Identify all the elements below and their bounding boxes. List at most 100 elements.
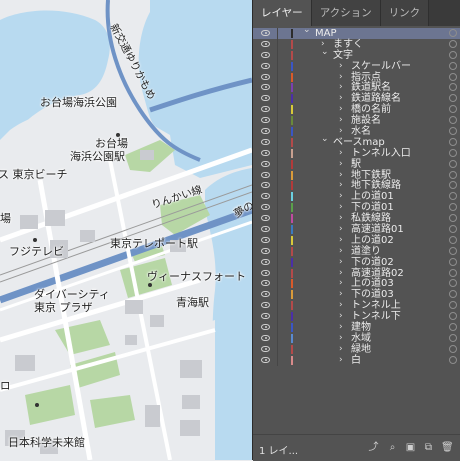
visibility-eye-icon[interactable]	[261, 40, 270, 47]
target-circle-icon[interactable]	[449, 29, 457, 37]
layer-row[interactable]: › トンネル下	[253, 311, 460, 323]
chevron-right-icon[interactable]: ›	[339, 344, 343, 355]
visibility-eye-icon[interactable]	[261, 160, 270, 167]
layer-row[interactable]: › 施設名	[253, 115, 460, 127]
delete-icon[interactable]: 🗑	[441, 442, 454, 453]
visibility-eye-icon[interactable]	[261, 334, 270, 341]
lock-column[interactable]	[277, 202, 278, 214]
lock-column[interactable]	[277, 82, 278, 94]
target-circle-icon[interactable]	[449, 333, 457, 342]
layer-row[interactable]: › 上の道01	[253, 191, 460, 203]
chevron-right-icon[interactable]: ›	[339, 235, 343, 246]
lock-column[interactable]	[277, 158, 278, 170]
layer-row[interactable]: › 指示点	[253, 71, 460, 83]
chevron-down-icon[interactable]: ⌄	[321, 47, 329, 58]
layer-row[interactable]: › 私鉄線路	[253, 213, 460, 225]
chevron-right-icon[interactable]: ›	[339, 202, 343, 213]
chevron-right-icon[interactable]: ›	[339, 180, 343, 191]
target-circle-icon[interactable]	[449, 312, 457, 321]
target-circle-icon[interactable]	[449, 61, 457, 70]
target-circle-icon[interactable]	[449, 127, 457, 136]
layer-row[interactable]: › 地下鉄線路	[253, 180, 460, 192]
layer-row[interactable]: › 上の道03	[253, 278, 460, 290]
lock-column[interactable]	[277, 126, 278, 138]
target-circle-icon[interactable]	[449, 344, 457, 353]
lock-column[interactable]	[277, 343, 278, 355]
layer-row[interactable]: › 水名	[253, 126, 460, 138]
visibility-eye-icon[interactable]	[261, 171, 270, 178]
lock-column[interactable]	[277, 234, 278, 246]
layer-row[interactable]: › 道塗り	[253, 245, 460, 257]
target-circle-icon[interactable]	[449, 301, 457, 310]
chevron-right-icon[interactable]: ›	[339, 355, 343, 366]
visibility-eye-icon[interactable]	[261, 182, 270, 189]
lock-column[interactable]	[277, 332, 278, 344]
tab-actions[interactable]: アクション	[311, 0, 381, 26]
lock-column[interactable]	[277, 104, 278, 116]
chevron-right-icon[interactable]: ›	[339, 213, 343, 224]
chevron-right-icon[interactable]: ›	[339, 300, 343, 311]
layer-row[interactable]: › 鉄道駅名	[253, 82, 460, 94]
target-circle-icon[interactable]	[449, 192, 457, 201]
chevron-right-icon[interactable]: ›	[339, 61, 343, 72]
lock-column[interactable]	[277, 28, 278, 39]
visibility-eye-icon[interactable]	[261, 302, 270, 309]
chevron-right-icon[interactable]: ›	[339, 191, 343, 202]
chevron-right-icon[interactable]: ›	[339, 257, 343, 268]
layer-row[interactable]: › スケールバー	[253, 60, 460, 72]
lock-column[interactable]	[277, 191, 278, 203]
layer-row[interactable]: › 下の道01	[253, 202, 460, 214]
lock-column[interactable]	[277, 311, 278, 323]
chevron-right-icon[interactable]: ›	[339, 126, 343, 137]
visibility-eye-icon[interactable]	[261, 291, 270, 298]
layer-row[interactable]: ⌄ 文字	[253, 47, 460, 61]
chevron-right-icon[interactable]: ›	[339, 278, 343, 289]
target-circle-icon[interactable]	[449, 355, 457, 364]
chevron-right-icon[interactable]: ›	[339, 148, 343, 159]
visibility-eye-icon[interactable]	[261, 226, 270, 233]
layer-row[interactable]: › 地下鉄駅	[253, 169, 460, 181]
lock-column[interactable]	[277, 322, 278, 334]
chevron-right-icon[interactable]: ›	[339, 224, 343, 235]
chevron-right-icon[interactable]: ›	[339, 104, 343, 115]
visibility-eye-icon[interactable]	[261, 280, 270, 287]
lock-column[interactable]	[277, 147, 278, 159]
lock-column[interactable]	[277, 213, 278, 225]
chevron-right-icon[interactable]: ›	[339, 72, 343, 83]
chevron-right-icon[interactable]: ›	[339, 115, 343, 126]
target-circle-icon[interactable]	[449, 170, 457, 179]
visibility-eye-icon[interactable]	[261, 117, 270, 124]
layer-row[interactable]: › 高速道路01	[253, 224, 460, 236]
target-circle-icon[interactable]	[449, 72, 457, 81]
lock-column[interactable]	[277, 289, 278, 301]
lock-column[interactable]	[277, 245, 278, 257]
chevron-right-icon[interactable]: ›	[339, 268, 343, 279]
visibility-eye-icon[interactable]	[261, 193, 270, 200]
layer-row[interactable]: › 下の道02	[253, 256, 460, 268]
lock-column[interactable]	[277, 115, 278, 127]
new-sublayer-icon[interactable]: ⧉	[423, 442, 434, 453]
layer-row[interactable]: › 橋の名前	[253, 104, 460, 116]
target-circle-icon[interactable]	[449, 148, 457, 157]
target-circle-icon[interactable]	[449, 214, 457, 223]
layer-row[interactable]: › 上の道02	[253, 234, 460, 246]
target-circle-icon[interactable]	[449, 94, 457, 103]
target-circle-icon[interactable]	[449, 290, 457, 299]
layer-row[interactable]: › 水域	[253, 332, 460, 344]
chevron-right-icon[interactable]: ›	[339, 159, 343, 170]
visibility-eye-icon[interactable]	[261, 269, 270, 276]
visibility-eye-icon[interactable]	[261, 247, 270, 254]
lock-column[interactable]	[277, 38, 278, 50]
chevron-right-icon[interactable]: ›	[339, 170, 343, 181]
layer-row[interactable]: › 緑地	[253, 343, 460, 355]
lock-column[interactable]	[277, 180, 278, 192]
target-circle-icon[interactable]	[449, 116, 457, 125]
layer-row[interactable]: › ますく	[253, 38, 460, 50]
target-circle-icon[interactable]	[449, 323, 457, 332]
chevron-right-icon[interactable]: ›	[339, 82, 343, 93]
visibility-eye-icon[interactable]	[261, 73, 270, 80]
visibility-eye-icon[interactable]	[261, 30, 270, 36]
export-icon[interactable]: ⤴	[368, 442, 379, 453]
lock-column[interactable]	[277, 300, 278, 312]
layer-row[interactable]: › 駅	[253, 158, 460, 170]
